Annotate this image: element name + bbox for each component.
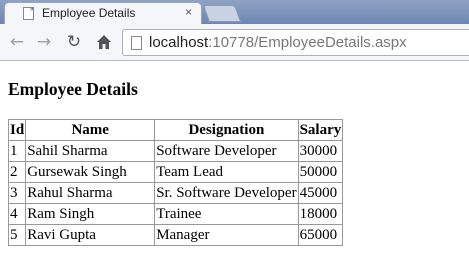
browser-chrome: Employee Details × ← → ↻ localhost:10778…: [0, 0, 469, 61]
url-host: localhost: [149, 34, 209, 51]
employee-table: Id Name Designation Salary 1 Sahil Sharm…: [7, 119, 344, 246]
cell-id: 2: [7, 161, 27, 183]
browser-toolbar: ← → ↻ localhost:10778/EmployeeDetails.as…: [0, 24, 469, 61]
cell-designation: Team Lead: [154, 161, 299, 183]
address-bar[interactable]: localhost:10778/EmployeeDetails.aspx: [122, 29, 469, 56]
reload-icon[interactable]: ↻: [63, 31, 85, 53]
cell-designation: Software Developer: [154, 140, 299, 162]
header-designation: Designation: [154, 119, 299, 141]
table-row: 2 Gursewak Singh Team Lead 50000: [7, 161, 344, 183]
cell-id: 1: [7, 140, 27, 162]
new-tab-button[interactable]: [202, 5, 242, 22]
cell-name: Ravi Gupta: [25, 224, 156, 246]
cell-id: 4: [7, 203, 27, 225]
cell-salary: 50000: [297, 161, 344, 183]
forward-arrow-icon[interactable]: →: [33, 31, 55, 53]
cell-name: Gursewak Singh: [25, 161, 156, 183]
header-salary: Salary: [297, 119, 344, 141]
cell-name: Rahul Sharma: [25, 182, 156, 204]
cell-designation: Manager: [154, 224, 299, 246]
header-id: Id: [7, 119, 27, 141]
cell-salary: 65000: [297, 224, 344, 246]
cell-id: 3: [7, 182, 27, 204]
page-favicon-icon: [23, 7, 34, 20]
url-path: :10778/EmployeeDetails.aspx: [208, 34, 407, 51]
header-name: Name: [25, 119, 156, 141]
table-row: 5 Ravi Gupta Manager 65000: [7, 224, 344, 246]
cell-designation: Sr. Software Developer: [154, 182, 299, 204]
cell-salary: 45000: [297, 182, 344, 204]
table-header-row: Id Name Designation Salary: [7, 119, 344, 141]
page-icon: [131, 36, 142, 50]
tab-employee-details[interactable]: Employee Details ×: [4, 2, 202, 24]
back-arrow-icon[interactable]: ←: [6, 31, 28, 53]
tab-close-icon[interactable]: ×: [185, 5, 192, 19]
page-title: Employee Details: [8, 79, 138, 99]
tab-strip: Employee Details ×: [0, 0, 469, 24]
cell-designation: Trainee: [154, 203, 299, 225]
cell-name: Sahil Sharma: [25, 140, 156, 162]
table-row: 4 Ram Singh Trainee 18000: [7, 203, 344, 225]
url-text[interactable]: localhost:10778/EmployeeDetails.aspx: [149, 34, 407, 51]
cell-name: Ram Singh: [25, 203, 156, 225]
cell-salary: 18000: [297, 203, 344, 225]
page-content: Employee Details Id Name Designation Sal…: [0, 61, 469, 266]
tab-title: Employee Details: [42, 6, 136, 20]
home-icon[interactable]: [93, 31, 115, 53]
cell-salary: 30000: [297, 140, 344, 162]
table-row: 1 Sahil Sharma Software Developer 30000: [7, 140, 344, 162]
table-row: 3 Rahul Sharma Sr. Software Developer 45…: [7, 182, 344, 204]
cell-id: 5: [7, 224, 27, 246]
